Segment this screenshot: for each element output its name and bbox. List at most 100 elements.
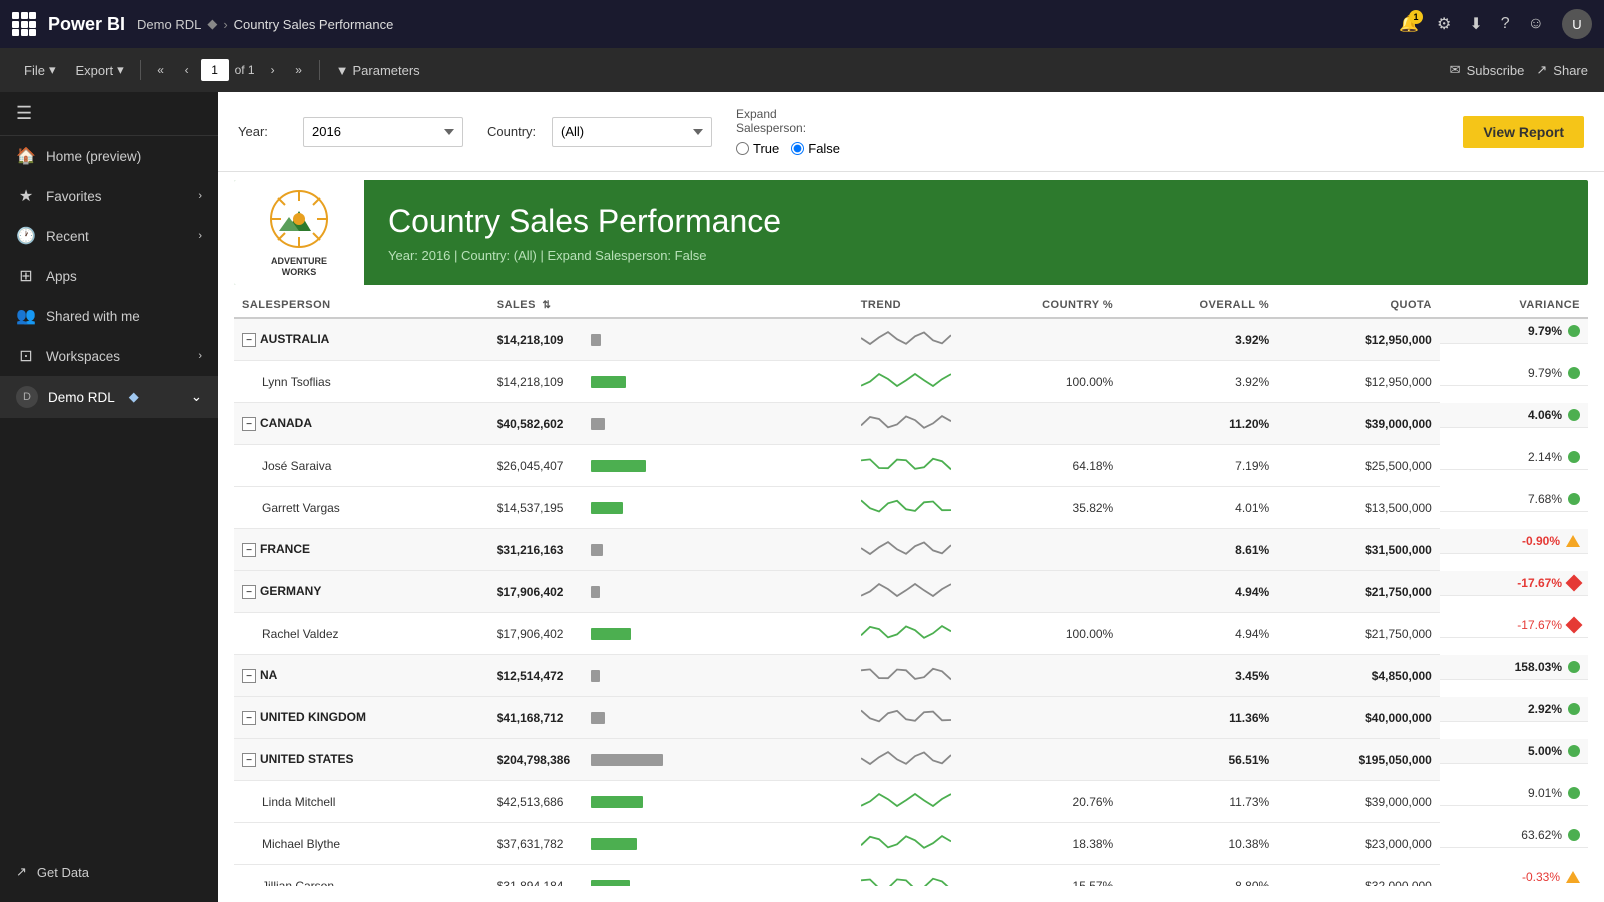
variance-value: 2.14% xyxy=(1528,450,1562,464)
col-salesperson[interactable]: SALESPERSON xyxy=(234,293,489,318)
subscribe-button[interactable]: ✉ Subscribe xyxy=(1450,62,1525,78)
sidebar-item-workspaces[interactable]: ⊡ Workspaces › xyxy=(0,336,218,376)
sales-bar xyxy=(591,670,600,682)
export-label: Export xyxy=(75,63,113,78)
expand-label: ExpandSalesperson: xyxy=(736,107,840,135)
cell-country-pct: 100.00% xyxy=(963,613,1122,655)
share-label: Share xyxy=(1553,63,1588,78)
feedback-button[interactable]: ☺ xyxy=(1528,15,1544,33)
status-indicator xyxy=(1568,367,1580,379)
country-label: Country: xyxy=(487,124,542,139)
cell-variance: 158.03% xyxy=(1440,655,1588,680)
table-row: −CANADA$40,582,60211.20%$39,000,0004.06% xyxy=(234,403,1588,445)
first-page-button[interactable]: « xyxy=(149,58,173,82)
table-row: −UNITED STATES$204,798,38656.51%$195,050… xyxy=(234,739,1588,781)
view-report-button[interactable]: View Report xyxy=(1463,116,1584,148)
expand-button[interactable]: − xyxy=(242,585,256,599)
cell-country-pct xyxy=(963,655,1122,697)
cell-sales: $14,537,195 xyxy=(489,487,853,529)
false-radio-item[interactable]: False xyxy=(791,141,840,156)
expand-button[interactable]: − xyxy=(242,543,256,557)
cell-salesperson: −UNITED KINGDOM xyxy=(234,697,489,739)
cell-country-pct xyxy=(963,318,1122,361)
sidebar-item-home[interactable]: 🏠 Home (preview) xyxy=(0,136,218,176)
sidebar-item-favorites[interactable]: ★ Favorites › xyxy=(0,176,218,216)
variance-value: 9.01% xyxy=(1528,786,1562,800)
true-radio-item[interactable]: True xyxy=(736,141,779,156)
expand-button[interactable]: − xyxy=(242,753,256,767)
table-row: Rachel Valdez$17,906,402100.00%4.94%$21,… xyxy=(234,613,1588,655)
cell-trend xyxy=(853,403,963,445)
help-button[interactable]: ? xyxy=(1501,15,1510,33)
file-menu[interactable]: File ▾ xyxy=(16,58,63,82)
country-param-group: Country: (All) xyxy=(487,117,712,147)
country-select[interactable]: (All) xyxy=(552,117,712,147)
share-button[interactable]: ↗ Share xyxy=(1536,62,1588,78)
sparkline-svg xyxy=(861,324,951,352)
expand-button[interactable]: − xyxy=(242,711,256,725)
notification-button[interactable]: 🔔 1 xyxy=(1399,14,1419,34)
status-indicator xyxy=(1568,325,1580,337)
hamburger-menu[interactable]: ☰ xyxy=(16,103,32,124)
prev-page-button[interactable]: ‹ xyxy=(175,58,199,82)
cell-country-pct xyxy=(963,403,1122,445)
next-page-button[interactable]: › xyxy=(261,58,285,82)
parameters-button[interactable]: ▼ Parameters xyxy=(328,59,428,82)
settings-button[interactable]: ⚙ xyxy=(1437,14,1451,34)
expand-button[interactable]: − xyxy=(242,669,256,683)
get-data-icon: ↗ xyxy=(16,864,27,880)
breadcrumb: Demo RDL ◆ › Country Sales Performance xyxy=(137,16,393,32)
true-radio[interactable] xyxy=(736,142,749,155)
cell-trend xyxy=(853,361,963,403)
get-data-label: Get Data xyxy=(37,865,89,880)
false-radio[interactable] xyxy=(791,142,804,155)
sidebar-item-shared[interactable]: 👥 Shared with me xyxy=(0,296,218,336)
cell-country-pct: 35.82% xyxy=(963,487,1122,529)
sidebar-item-recent[interactable]: 🕐 Recent › xyxy=(0,216,218,256)
sales-amount: $26,045,407 xyxy=(497,459,587,473)
col-sales[interactable]: SALES ⇅ xyxy=(489,293,853,318)
sidebar-item-apps[interactable]: ⊞ Apps xyxy=(0,256,218,296)
status-indicator xyxy=(1568,493,1580,505)
cell-country-pct xyxy=(963,739,1122,781)
cell-quota: $12,950,000 xyxy=(1277,318,1440,361)
export-menu[interactable]: Export ▾ xyxy=(67,58,131,82)
get-data-button[interactable]: ↗ Get Data xyxy=(16,854,202,890)
variance-value: 63.62% xyxy=(1521,828,1562,842)
cell-sales: $31,894,184 xyxy=(489,865,853,887)
cell-trend xyxy=(853,445,963,487)
breadcrumb-demo-rdl[interactable]: Demo RDL xyxy=(137,17,201,32)
row-name: Rachel Valdez xyxy=(262,627,339,641)
cell-quota: $32,000,000 xyxy=(1277,865,1440,887)
cell-variance: -0.33% xyxy=(1440,865,1588,887)
app-logo: Power BI xyxy=(48,14,125,35)
status-indicator xyxy=(1568,745,1580,757)
cell-sales: $204,798,386 xyxy=(489,739,853,781)
user-avatar[interactable]: U xyxy=(1562,9,1592,39)
cell-quota: $31,500,000 xyxy=(1277,529,1440,571)
variance-value: 9.79% xyxy=(1528,324,1562,338)
table-row: −NA$12,514,4723.45%$4,850,000158.03% xyxy=(234,655,1588,697)
cell-overall-pct: 11.73% xyxy=(1121,781,1277,823)
top-bar-icons: 🔔 1 ⚙ ⬇ ? ☺ U xyxy=(1399,9,1592,39)
demo-rdl-expand-icon: ⌄ xyxy=(191,389,202,405)
sales-bar xyxy=(591,796,643,808)
expand-button[interactable]: − xyxy=(242,417,256,431)
expand-button[interactable]: − xyxy=(242,333,256,347)
sales-bar xyxy=(591,838,637,850)
table-row: Michael Blythe$37,631,78218.38%10.38%$23… xyxy=(234,823,1588,865)
waffle-menu[interactable] xyxy=(12,12,36,36)
last-page-button[interactable]: » xyxy=(287,58,311,82)
cell-overall-pct: 3.92% xyxy=(1121,318,1277,361)
sparkline-svg xyxy=(861,660,951,688)
sidebar-item-demo-rdl[interactable]: D Demo RDL ◆ ⌄ xyxy=(0,376,218,418)
variance-value: -17.67% xyxy=(1517,576,1562,590)
cell-overall-pct: 3.92% xyxy=(1121,361,1277,403)
cell-trend xyxy=(853,781,963,823)
aw-sun-svg xyxy=(267,187,331,251)
year-select[interactable]: 2016 xyxy=(303,117,463,147)
cell-variance: -0.90% xyxy=(1440,529,1588,554)
sparkline-svg xyxy=(861,870,951,886)
download-button[interactable]: ⬇ xyxy=(1469,14,1482,34)
page-number-input[interactable] xyxy=(201,59,229,81)
